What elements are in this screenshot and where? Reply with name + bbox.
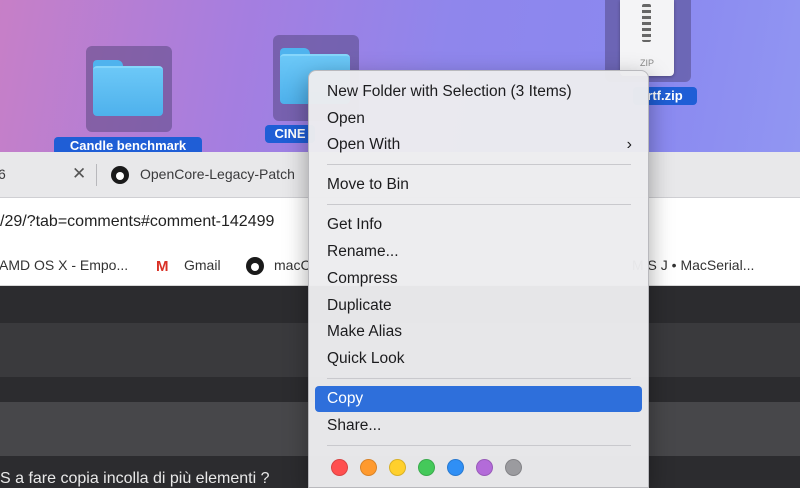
github-icon	[111, 166, 129, 184]
gmail-icon: M	[156, 258, 169, 275]
tag-gray-button[interactable]	[505, 459, 522, 476]
tag-green-button[interactable]	[418, 459, 435, 476]
bookmark-item-gmail[interactable]: Gmail	[184, 257, 221, 273]
menu-item-label: Move to Bin	[327, 176, 409, 193]
zip-file-icon: ZIP	[620, 0, 674, 76]
context-menu: New Folder with Selection (3 Items) Open…	[308, 70, 649, 488]
tag-orange-button[interactable]	[360, 459, 377, 476]
menu-item-label: Compress	[327, 270, 398, 287]
bookmark-item[interactable]: M S J • MacSerial...	[632, 257, 754, 273]
tag-red-button[interactable]	[331, 459, 348, 476]
menu-item-label: New Folder with Selection (3 Items)	[327, 83, 572, 100]
tab-divider	[96, 164, 97, 186]
menu-item-label: Open	[327, 110, 365, 127]
url-text[interactable]: /29/?tab=comments#comment-142499	[0, 213, 274, 231]
tag-yellow-button[interactable]	[389, 459, 406, 476]
menu-item-share[interactable]: Share...	[315, 413, 642, 439]
folder-icon	[93, 60, 163, 116]
menu-item-label: Make Alias	[327, 323, 402, 340]
menu-item-label: Rename...	[327, 243, 399, 260]
menu-item-label: Duplicate	[327, 297, 392, 314]
menu-item-label: Open With	[327, 136, 401, 153]
github-icon	[246, 257, 264, 275]
menu-item-move-to-bin[interactable]: Move to Bin	[315, 172, 642, 198]
menu-separator	[327, 445, 631, 446]
menu-item-quick-look[interactable]: Quick Look	[315, 346, 642, 372]
menu-separator	[327, 204, 631, 205]
file-kind-label: ZIP	[639, 58, 654, 68]
menu-item-open[interactable]: Open	[315, 106, 642, 132]
menu-item-label: Get Info	[327, 216, 383, 233]
tag-blue-button[interactable]	[447, 459, 464, 476]
desktop-item-label: Candle benchmark	[54, 137, 202, 152]
menu-item-rename[interactable]: Rename...	[315, 239, 642, 265]
menu-item-label: Share...	[327, 417, 382, 434]
bookmark-item[interactable]: AMD OS X - Empo...	[0, 257, 128, 273]
menu-separator	[327, 164, 631, 165]
chevron-right-icon: ›	[626, 136, 632, 153]
tab-title[interactable]: 6	[0, 166, 6, 182]
menu-item-compress[interactable]: Compress	[315, 266, 642, 292]
menu-item-open-with[interactable]: Open With ›	[315, 132, 642, 158]
bookmark-item[interactable]: macC	[274, 257, 311, 273]
menu-item-label: Quick Look	[327, 350, 405, 367]
menu-item-duplicate[interactable]: Duplicate	[315, 293, 642, 319]
menu-item-make-alias[interactable]: Make Alias	[315, 319, 642, 345]
menu-item-get-info[interactable]: Get Info	[315, 212, 642, 238]
menu-item-label: Copy	[327, 390, 364, 407]
menu-item-new-folder-with-selection[interactable]: New Folder with Selection (3 Items)	[315, 79, 642, 105]
close-tab-icon[interactable]: ✕	[72, 164, 86, 184]
menu-item-copy[interactable]: Copy	[315, 386, 642, 412]
tag-purple-button[interactable]	[476, 459, 493, 476]
menu-separator	[327, 378, 631, 379]
tab-title[interactable]: OpenCore-Legacy-Patch	[140, 166, 295, 182]
page-text: S a fare copia incolla di più elementi ?	[0, 470, 270, 487]
